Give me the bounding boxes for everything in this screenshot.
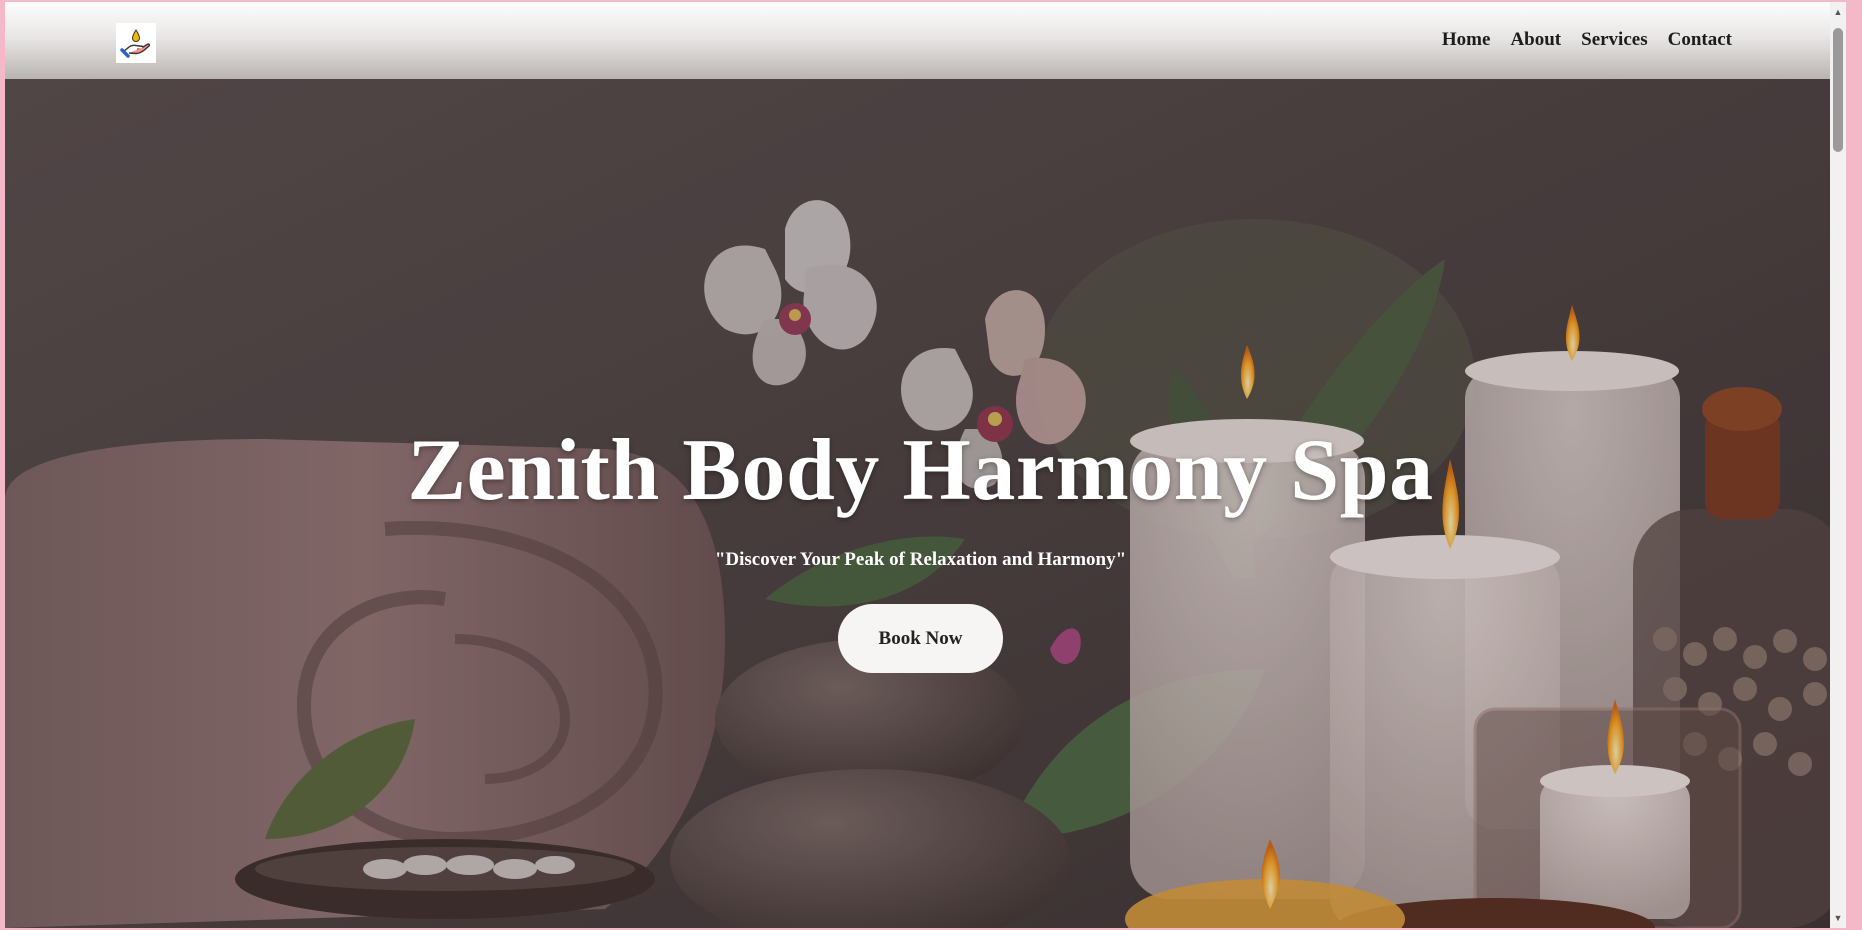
- logo[interactable]: [116, 23, 156, 63]
- top-navbar: Home About Services Contact: [5, 2, 1846, 79]
- hero-title: Zenith Body Harmony Spa: [407, 422, 1434, 519]
- hero-section: Zenith Body Harmony Spa "Discover Your P…: [5, 79, 1846, 928]
- scrollbar-thumb[interactable]: [1833, 28, 1843, 152]
- scroll-down-arrow-icon[interactable]: ▼: [1830, 910, 1846, 926]
- scroll-up-arrow-icon[interactable]: ▲: [1830, 4, 1846, 20]
- browser-viewport: Home About Services Contact Zenith Body …: [5, 2, 1846, 928]
- nav-home-link[interactable]: Home: [1442, 29, 1491, 51]
- nav-about-link[interactable]: About: [1510, 29, 1561, 51]
- page-scrollbar[interactable]: ▲ ▼: [1830, 2, 1846, 928]
- nav-services-link[interactable]: Services: [1581, 29, 1647, 51]
- hero-content: Zenith Body Harmony Spa "Discover Your P…: [5, 427, 1846, 673]
- main-nav: Home About Services Contact: [1442, 29, 1732, 51]
- hand-holding-drop-icon: [120, 29, 151, 58]
- hero-tagline: "Discover Your Peak of Relaxation and Ha…: [714, 549, 1127, 570]
- book-now-button[interactable]: Book Now: [838, 604, 1003, 673]
- nav-contact-link[interactable]: Contact: [1668, 29, 1732, 51]
